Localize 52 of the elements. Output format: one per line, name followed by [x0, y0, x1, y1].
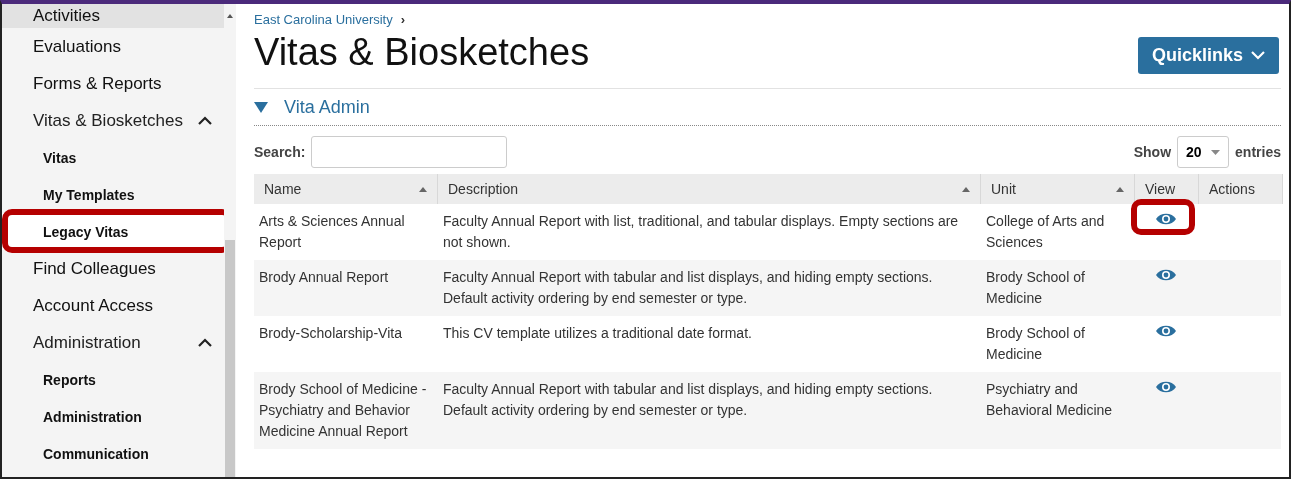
page-size-select[interactable]: 20 [1177, 136, 1230, 168]
table-cell-text: Psychiatry and Behavioral Medicine [985, 380, 1114, 420]
sort-icon[interactable] [962, 186, 970, 192]
sidebar-item[interactable]: Activities [2, 4, 224, 28]
search-field[interactable] [311, 136, 508, 168]
table-cell-text: Brody Annual Report [258, 268, 390, 287]
sidebar-subitem[interactable]: Vitas [2, 139, 224, 176]
column-header[interactable]: Name [254, 174, 438, 204]
table-cell-text: Arts & Sciences Annual Report [258, 212, 406, 252]
eye-icon[interactable] [1155, 324, 1177, 338]
breadcrumb-link[interactable]: East Carolina University [254, 12, 393, 27]
sidebar-item[interactable]: Account Access [2, 287, 224, 324]
sidebar-group[interactable]: Vitas & Biosketches [2, 102, 224, 139]
table-cell-text: This CV template utilizes a traditional date format. [442, 324, 753, 343]
show-label: Show [1133, 144, 1172, 160]
table-cell-text: Brody School of Medicine - Psychiatry and Behavior Medicine Annual Report [258, 380, 428, 441]
table-cell-text: College of Arts and Sciences [985, 212, 1106, 252]
table-cell-text: Brody-Scholarship-Vita [258, 324, 403, 343]
scrollbar[interactable] [224, 4, 236, 477]
table-cell-text: Faculty Annual Report with list, traditional, and tabular displays. Empty sections are not shown. [442, 212, 960, 252]
column-header[interactable]: Actions [1199, 174, 1283, 204]
sidebar-subitem[interactable]: Administration [2, 398, 224, 435]
sidebar-item[interactable]: Forms & Reports [2, 65, 224, 102]
search-label: Search: [254, 144, 306, 160]
breadcrumb-separator: › [400, 12, 406, 27]
section-header[interactable]: Vita Admin [254, 89, 1281, 126]
page-title: Vitas & Biosketches [254, 31, 590, 74]
eye-icon[interactable] [1155, 268, 1177, 282]
section-title: Vita Admin [284, 96, 370, 118]
expanded-triangle-icon [254, 101, 268, 113]
eye-icon[interactable] [1155, 380, 1177, 394]
sidebar-item[interactable]: Evaluations [2, 28, 224, 65]
chevron-up-icon [198, 338, 212, 347]
entries-label: entries [1235, 144, 1281, 160]
sidebar-subitem[interactable]: Communication [2, 435, 224, 472]
table-cell-text: Faculty Annual Report with tabular and list displays, and hiding empty sections. Default activity ordering by end semester or type. [442, 380, 934, 420]
chevron-up-icon [198, 116, 212, 125]
quicklinks-button[interactable]: Quicklinks [1137, 37, 1279, 74]
sidebar-group[interactable]: Administration [2, 324, 224, 361]
table-cell-text: Faculty Annual Report with tabular and list displays, and hiding empty sections. Default activity ordering by end semester or type. [442, 268, 934, 308]
sidebar-subitem[interactable]: My Templates [2, 176, 224, 213]
chevron-down-icon [1251, 51, 1265, 60]
column-header[interactable]: Unit [981, 174, 1135, 204]
eye-icon[interactable] [1155, 212, 1177, 226]
sort-icon[interactable] [419, 186, 427, 192]
sidebar-item[interactable]: Find Colleagues [2, 250, 224, 287]
sidebar-subitem[interactable]: Reports [2, 361, 224, 398]
table-cell-text: Brody School of Medicine [985, 268, 1086, 308]
dropdown-caret-icon [1211, 149, 1221, 155]
column-header[interactable]: Description [438, 174, 981, 204]
table-cell-text: Brody School of Medicine [985, 324, 1086, 364]
sort-icon[interactable] [1116, 186, 1124, 192]
